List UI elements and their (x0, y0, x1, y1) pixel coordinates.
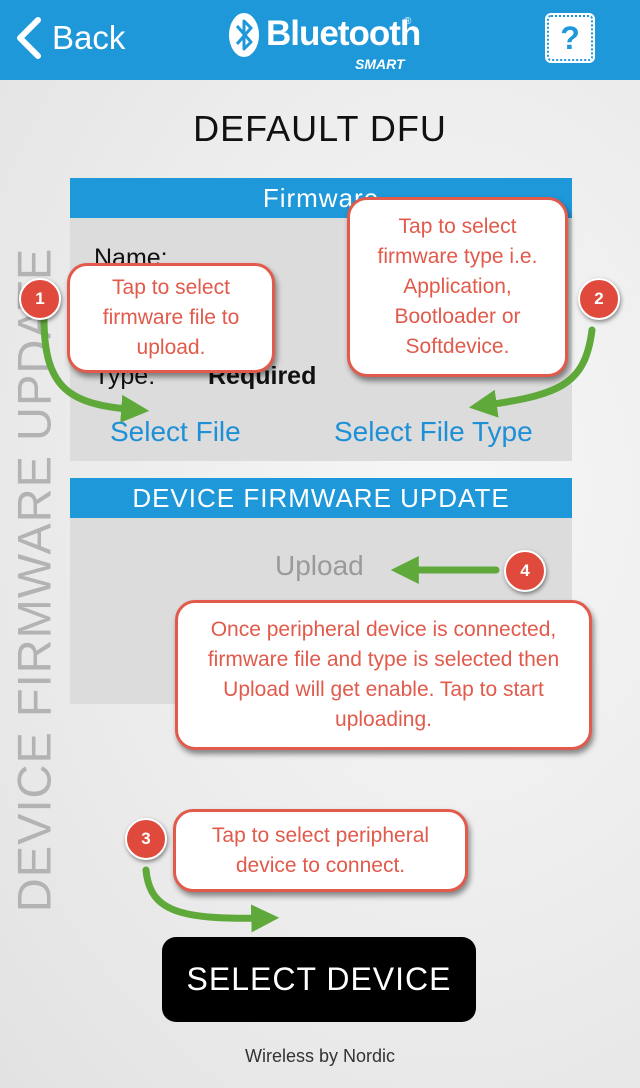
callout-3-text: Tap to select peripheral device to conne… (211, 823, 430, 877)
callout-2-bubble: Tap to select firmware type i.e. Applica… (347, 197, 568, 377)
callout-3-badge: 3 (125, 818, 167, 860)
callout-2-text: Tap to select firmware type i.e. Applica… (377, 215, 538, 358)
help-button[interactable]: ? (547, 15, 593, 61)
upload-button[interactable]: Upload (275, 550, 364, 582)
select-file-button[interactable]: Select File (110, 416, 241, 448)
select-device-button[interactable]: SELECT DEVICE (162, 937, 476, 1022)
help-icon: ? (560, 19, 580, 56)
bluetooth-smart-logo: Bluetooth ® SMART (228, 10, 421, 72)
chevron-left-icon (17, 17, 41, 59)
back-button[interactable]: Back (14, 12, 125, 64)
page-title: DEFAULT DFU (193, 108, 447, 149)
brand-sub: SMART (355, 56, 405, 72)
callout-2-badge: 2 (578, 278, 620, 320)
callout-4-text: Once peripheral device is connected, fir… (207, 618, 560, 731)
side-title: DEVICE FIRMWARE UPDATE (7, 247, 61, 913)
brand-word: Bluetooth (266, 14, 421, 53)
select-device-label: SELECT DEVICE (186, 961, 452, 997)
top-bar: Back Bluetooth ® SMART ? (0, 0, 640, 80)
callout-1-badge: 1 (19, 278, 61, 320)
callout-4-badge: 4 (504, 550, 546, 592)
callout-1-text: Tap to select firmware file to upload. (102, 276, 240, 359)
select-file-type-button[interactable]: Select File Type (334, 416, 533, 448)
callout-3-bubble: Tap to select peripheral device to conne… (173, 809, 468, 892)
back-label: Back (52, 19, 126, 56)
callout-1-bubble: Tap to select firmware file to upload. (67, 263, 275, 373)
dfu-panel-header: DEVICE FIRMWARE UPDATE (70, 478, 572, 518)
footer-text: Wireless by Nordic (244, 1046, 396, 1066)
bluetooth-icon (229, 13, 259, 57)
brand-registered: ® (404, 16, 412, 27)
callout-4-bubble: Once peripheral device is connected, fir… (175, 600, 592, 750)
